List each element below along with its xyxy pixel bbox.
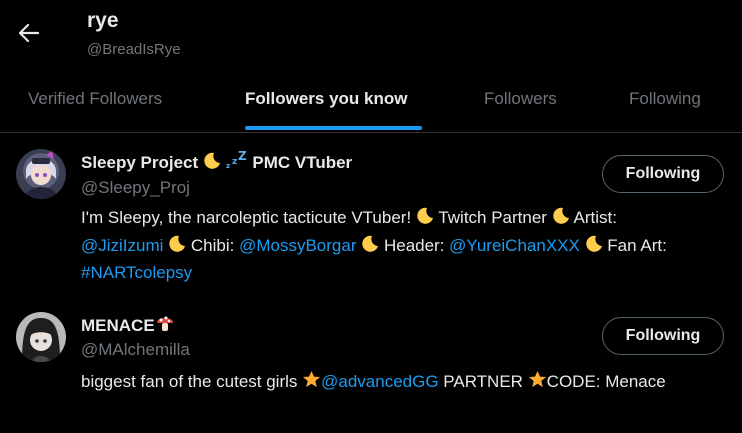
crescent-moon-emoji	[416, 207, 434, 225]
active-tab-indicator	[245, 126, 422, 130]
mushroom-emoji	[155, 313, 175, 333]
tab-following[interactable]: Following	[629, 66, 701, 132]
user-display-name[interactable]: Sleepy Project z z Z PMC VTuber	[81, 150, 352, 173]
avatar[interactable]	[16, 149, 66, 199]
user-display-name[interactable]: MENACE	[81, 313, 175, 336]
hashtag-link[interactable]: #NARTcolepsy	[81, 263, 192, 282]
back-button[interactable]	[14, 16, 44, 50]
user-handle: @Sleepy_Proj	[81, 178, 190, 197]
following-button[interactable]: Following	[602, 317, 724, 355]
star-emoji	[302, 370, 321, 389]
arrow-left-icon	[19, 24, 39, 42]
crescent-moon-emoji	[168, 235, 186, 253]
crescent-moon-emoji	[552, 207, 570, 225]
user-cell[interactable]: MENACE @MAlchemilla Following biggest fa…	[0, 296, 742, 433]
user-cell[interactable]: Sleepy Project z z Z PMC VTuber @Sleepy_…	[0, 134, 742, 289]
mention-link[interactable]: @YureiChanXXX	[449, 236, 580, 255]
profile-header: rye @BreadIsRye	[0, 0, 742, 66]
mention-link[interactable]: @advancedGG	[321, 372, 438, 391]
avatar[interactable]	[16, 312, 66, 362]
crescent-moon-emoji	[203, 152, 221, 170]
user-bio: biggest fan of the cutest girls @advance…	[81, 370, 666, 391]
tab-followers-you-know[interactable]: Followers you know	[245, 66, 407, 132]
following-button[interactable]: Following	[602, 155, 724, 193]
svg-text:Z: Z	[238, 150, 247, 163]
user-handle: @MAlchemilla	[81, 340, 190, 359]
svg-text:z: z	[232, 157, 237, 167]
star-emoji	[528, 370, 547, 389]
crescent-moon-emoji	[585, 235, 603, 253]
crescent-moon-emoji	[361, 235, 379, 253]
user-bio: I'm Sleepy, the narcoleptic tacticute VT…	[81, 207, 667, 282]
profile-name: rye	[87, 9, 119, 32]
tab-verified-followers[interactable]: Verified Followers	[28, 66, 162, 132]
zzz-emoji: z z Z	[226, 150, 248, 170]
mention-link[interactable]: @JiziIzumi	[81, 236, 163, 255]
svg-text:z: z	[226, 162, 230, 170]
tab-followers[interactable]: Followers	[484, 66, 557, 132]
mention-link[interactable]: @MossyBorgar	[239, 236, 356, 255]
tab-bar: Verified Followers Followers you know Fo…	[0, 66, 742, 133]
profile-handle: @BreadIsRye	[87, 41, 181, 58]
